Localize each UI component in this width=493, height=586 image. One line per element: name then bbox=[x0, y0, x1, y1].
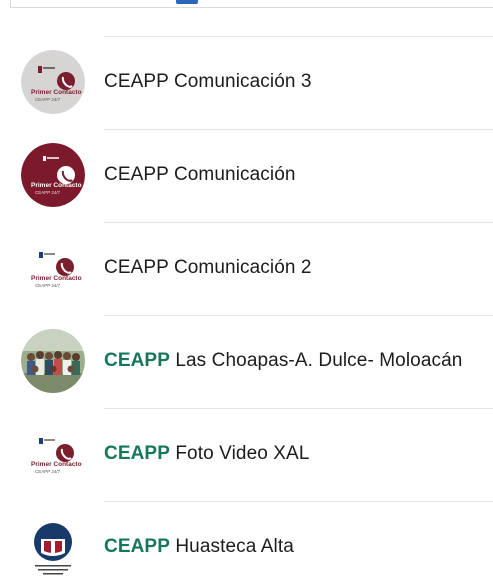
avatar-caption: Primer Contacto bbox=[31, 89, 82, 96]
contact-row[interactable]: Primer Contacto CEAPP 24/7 CEAPP Comunic… bbox=[0, 129, 493, 221]
avatar: Primer Contacto CEAPP 24/7 bbox=[21, 143, 85, 207]
contact-name-rest: Foto Video XAL bbox=[169, 443, 310, 464]
contact-name-rest: CEAPP Comunicación 2 bbox=[104, 257, 312, 278]
row-divider bbox=[104, 315, 493, 316]
avatar-caption: Primer Contacto bbox=[31, 182, 82, 189]
avatar-caption-sub: CEAPP 24/7 bbox=[35, 283, 61, 288]
contact-row[interactable]: CEAPP Huasteca Alta bbox=[0, 501, 493, 586]
contact-name-highlight: CEAPP bbox=[104, 443, 170, 464]
avatar-caption-sub: CEAPP 24/7 bbox=[35, 190, 61, 195]
group-photo-icon bbox=[21, 329, 85, 393]
avatar-caption-sub: CEAPP 24/7 bbox=[35, 97, 61, 102]
avatar bbox=[21, 515, 85, 579]
contact-row[interactable]: Primer Contacto CEAPP 24/7 CEAPP Comunic… bbox=[0, 36, 493, 128]
avatar-caption: Primer Contacto bbox=[31, 275, 82, 282]
avatar: Primer Contacto CEAPP 24/7 bbox=[21, 236, 85, 300]
contact-name: CEAPP Comunicación 2 bbox=[104, 257, 312, 279]
results-list: Primer Contacto CEAPP 24/7 CEAPP Comunic… bbox=[0, 36, 493, 586]
contact-name-rest: Las Choapas-A. Dulce- Moloacán bbox=[169, 350, 463, 371]
contact-row[interactable]: CEAPP Las Choapas-A. Dulce- Moloacán bbox=[0, 315, 493, 407]
avatar-caption-sub: CEAPP 24/7 bbox=[35, 469, 61, 474]
contact-name: CEAPP Huasteca Alta bbox=[104, 536, 294, 558]
primer-contacto-logo-icon: Primer Contacto CEAPP 24/7 bbox=[21, 422, 85, 486]
row-divider bbox=[104, 408, 493, 409]
contact-row[interactable]: Primer Contacto CEAPP 24/7 CEAPP Comunic… bbox=[0, 222, 493, 314]
contact-name: CEAPP Las Choapas-A. Dulce- Moloacán bbox=[104, 350, 462, 372]
contact-name-rest: CEAPP Comunicación 3 bbox=[104, 71, 312, 92]
contact-name-highlight: CEAPP bbox=[104, 350, 170, 371]
contact-name: CEAPP Comunicación 3 bbox=[104, 71, 312, 93]
row-divider bbox=[104, 36, 493, 37]
search-panel-edge bbox=[10, 0, 493, 8]
primer-contacto-logo-icon: Primer Contacto CEAPP 24/7 bbox=[21, 236, 85, 300]
contact-name-rest: Huasteca Alta bbox=[169, 536, 294, 557]
avatar: Primer Contacto CEAPP 24/7 bbox=[21, 50, 85, 114]
contact-name: CEAPP Foto Video XAL bbox=[104, 443, 310, 465]
primer-contacto-logo-icon: Primer Contacto CEAPP 24/7 bbox=[21, 143, 85, 207]
contact-row[interactable]: Primer Contacto CEAPP 24/7 CEAPP Foto Vi… bbox=[0, 408, 493, 500]
primer-contacto-logo-icon: Primer Contacto CEAPP 24/7 bbox=[21, 50, 85, 114]
row-divider bbox=[104, 222, 493, 223]
row-divider bbox=[104, 129, 493, 130]
contact-name-rest: CEAPP Comunicación bbox=[104, 164, 296, 185]
search-panel-accent bbox=[176, 0, 198, 4]
contact-name-highlight: CEAPP bbox=[104, 536, 170, 557]
contact-search-results: Primer Contacto CEAPP 24/7 CEAPP Comunic… bbox=[0, 0, 493, 586]
contact-name: CEAPP Comunicación bbox=[104, 164, 296, 186]
row-divider bbox=[104, 501, 493, 502]
avatar bbox=[21, 329, 85, 393]
ceapp-commission-logo-icon bbox=[21, 515, 85, 579]
avatar-caption: Primer Contacto bbox=[31, 461, 82, 468]
avatar: Primer Contacto CEAPP 24/7 bbox=[21, 422, 85, 486]
